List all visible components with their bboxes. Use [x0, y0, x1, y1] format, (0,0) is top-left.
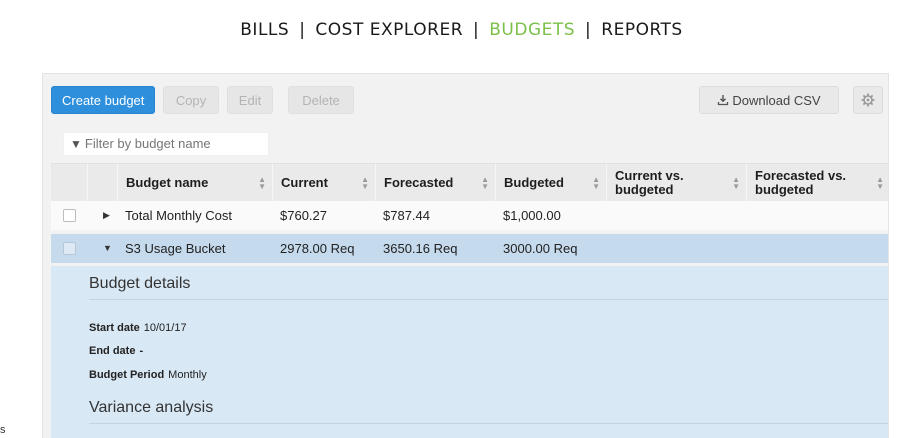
nav-cost-explorer[interactable]: COST EXPLORER: [315, 20, 463, 40]
sort-icon[interactable]: ▲ ▼: [481, 176, 489, 191]
cell-current: 2978.00 Req: [280, 241, 355, 256]
header-label: Forecasted vs. budgeted: [755, 168, 847, 197]
cell-forecasted: $787.44: [383, 208, 430, 223]
header-label: Budget name: [126, 175, 209, 190]
sort-icon[interactable]: ▲ ▼: [732, 176, 740, 191]
table-row-selected[interactable]: ▼ S3 Usage Bucket 2978.00 Req 3650.16 Re…: [51, 234, 888, 263]
table-row[interactable]: ▶ Total Monthly Cost $760.27 $787.44 $1,…: [51, 201, 888, 230]
settings-button[interactable]: [853, 86, 883, 114]
cell-budget-name[interactable]: Total Monthly Cost: [125, 201, 232, 230]
nav-separator: |: [473, 20, 480, 40]
header-current[interactable]: Current ▲ ▼: [272, 164, 375, 202]
stray-text: s: [0, 424, 6, 436]
header-forecasted[interactable]: Forecasted ▲ ▼: [375, 164, 495, 202]
start-date-field: Start date 10/01/17: [89, 322, 187, 334]
sort-icon[interactable]: ▲ ▼: [258, 176, 266, 191]
cell-current: $760.27: [280, 208, 327, 223]
nav-separator: |: [585, 20, 592, 40]
download-csv-button[interactable]: Download CSV: [699, 86, 839, 114]
budgets-panel: Create budget Copy Edit Delete Download …: [42, 73, 889, 438]
header-label: Current vs. budgeted: [615, 168, 684, 197]
copy-button[interactable]: Copy: [163, 86, 219, 114]
top-nav: BILLS | COST EXPLORER | BUDGETS | REPORTS: [0, 20, 923, 40]
end-date-field: End date -: [89, 345, 147, 357]
cell-budget-name[interactable]: S3 Usage Bucket: [125, 234, 225, 263]
expand-caret-icon[interactable]: ▶: [103, 201, 110, 230]
header-select-column: [51, 164, 87, 202]
budget-details-panel: Budget details Start date 10/01/17 End da…: [51, 266, 888, 438]
header-label: Current: [281, 175, 328, 190]
delete-button[interactable]: Delete: [288, 86, 354, 114]
gear-icon: [861, 93, 875, 107]
download-icon: [718, 95, 729, 106]
start-date-label: Start date: [89, 322, 140, 334]
divider: [89, 423, 888, 424]
end-date-value: -: [139, 345, 144, 357]
budget-period-label: Budget Period: [89, 369, 165, 381]
nav-bills[interactable]: BILLS: [240, 20, 289, 40]
divider: [89, 299, 888, 300]
edit-button[interactable]: Edit: [227, 86, 273, 114]
budget-period-field: Budget Period Monthly: [89, 369, 207, 381]
filter-input[interactable]: [84, 133, 255, 155]
start-date-value: 10/01/17: [143, 322, 187, 334]
header-current-vs-budgeted[interactable]: Current vs. budgeted ▲ ▼: [606, 164, 746, 202]
cell-forecasted: 3650.16 Req: [383, 241, 458, 256]
create-budget-button[interactable]: Create budget: [51, 86, 156, 114]
header-label: Budgeted: [504, 175, 564, 190]
cell-budgeted: 3000.00 Req: [503, 241, 578, 256]
header-budgeted[interactable]: Budgeted ▲ ▼: [495, 164, 606, 202]
budget-details-heading: Budget details: [89, 275, 191, 292]
end-date-label: End date: [89, 345, 136, 357]
download-csv-label: Download CSV: [732, 93, 821, 108]
header-forecasted-vs-budgeted[interactable]: Forecasted vs. budgeted ▲ ▼: [746, 164, 888, 202]
nav-separator: |: [299, 20, 306, 40]
sort-icon[interactable]: ▲ ▼: [361, 176, 369, 191]
row-checkbox[interactable]: [63, 242, 76, 255]
header-budget-name[interactable]: Budget name ▲ ▼: [117, 164, 272, 202]
header-expand-column: [87, 164, 117, 202]
nav-budgets[interactable]: BUDGETS: [489, 20, 575, 40]
row-checkbox[interactable]: [63, 209, 76, 222]
toolbar: Create budget Copy Edit Delete Download …: [51, 86, 883, 114]
sort-icon[interactable]: ▲ ▼: [876, 176, 884, 191]
collapse-caret-icon[interactable]: ▼: [103, 234, 112, 263]
filter-box[interactable]: ▼: [63, 132, 269, 156]
cell-budgeted: $1,000.00: [503, 208, 561, 223]
sort-icon[interactable]: ▲ ▼: [592, 176, 600, 191]
variance-analysis-heading: Variance analysis: [89, 399, 214, 416]
header-label: Forecasted: [384, 175, 454, 190]
table-header: Budget name ▲ ▼ Current ▲ ▼ Forecasted ▲ ▼ …: [51, 163, 888, 202]
budget-period-value: Monthly: [168, 369, 207, 381]
nav-reports[interactable]: REPORTS: [601, 20, 682, 40]
filter-icon: ▼: [70, 137, 82, 151]
